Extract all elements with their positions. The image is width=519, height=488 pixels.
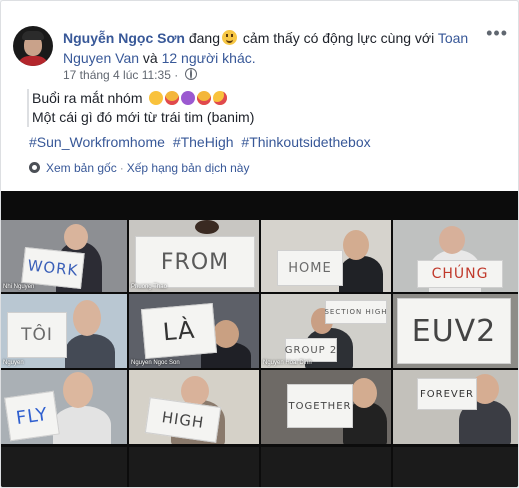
post-line-1-text: Buổi ra mắt nhóm — [32, 90, 143, 106]
hashtag-link[interactable]: #TheHigh — [173, 134, 234, 150]
sign-card: FOREVER — [417, 378, 477, 410]
video-tile: FOREVER — [393, 370, 518, 444]
globe-icon[interactable] — [184, 68, 197, 80]
more-options-icon[interactable]: ••• — [486, 23, 508, 44]
video-tile — [129, 447, 259, 487]
video-tile: EUV2 — [393, 294, 518, 368]
hashtag-link[interactable]: #Thinkoutsidethebox — [241, 134, 370, 150]
sign-card: GROUP 2 — [285, 338, 337, 362]
video-tile — [1, 447, 127, 487]
video-tile: HOME — [261, 220, 391, 292]
video-tile: LÀ Nguyen Ngoc Son — [129, 294, 259, 368]
author-avatar[interactable] — [13, 26, 53, 66]
translation-separator: · — [119, 161, 124, 175]
smile-emoji-icon — [222, 30, 238, 45]
sign-card: HOME — [277, 250, 343, 286]
video-tile: WORK Nhi Nguyen — [1, 220, 127, 292]
video-tile: TOGETHER — [261, 370, 391, 444]
video-tile: SECTION HIGH GROUP 2 Nguyen Hoai Dinh — [261, 294, 391, 368]
sign-card: EUV2 — [397, 298, 511, 364]
heart-eyes-emoji-2 — [197, 91, 212, 105]
participant-name: Nhi Nguyen — [3, 284, 35, 290]
video-tile: TÔI Nguyen — [1, 294, 127, 368]
sign-card: TOGETHER — [287, 384, 353, 428]
hashtag-link[interactable]: #Sun_Workfromhome — [29, 134, 165, 150]
author-name[interactable]: Nguyễn Ngọc Sơn — [63, 30, 185, 46]
meta-separator: · — [174, 68, 179, 82]
participant-name: Nguyen Ngoc Son — [131, 360, 180, 366]
participant-name: Nguyen — [3, 360, 24, 366]
sign-card: TÔI — [7, 312, 67, 358]
post-header: Nguyễn Ngọc Sơn đang cảm thấy có động lự… — [63, 28, 483, 68]
sign-card: FROM — [135, 236, 255, 288]
video-tile — [393, 447, 518, 487]
feeling-prefix: đang — [188, 30, 221, 46]
with-conjunction: và — [142, 50, 158, 66]
video-tile — [261, 447, 391, 487]
timestamp-link[interactable]: 17 tháng 4 lúc 11:35 — [63, 68, 171, 82]
post-photo[interactable]: WORK Nhi Nguyen FROM Phuong Thao HOME CH… — [1, 191, 518, 487]
see-original-link[interactable]: Xem bản gốc — [46, 161, 117, 175]
party-face-emoji — [149, 91, 164, 105]
video-tile: CHÚNG — [393, 220, 518, 292]
sign-card: FLY — [4, 390, 60, 442]
sign-card: CHÚNG — [417, 260, 503, 288]
post-line-2: Một cái gì đó mới từ trái tim (banim) — [32, 109, 255, 125]
post-message: Buổi ra mắt nhóm Một cái gì đó mới từ tr… — [27, 89, 254, 127]
video-tile: FROM Phuong Thao — [129, 220, 259, 292]
participant-name: Nguyen Hoai Dinh — [263, 360, 312, 366]
post-card: Nguyễn Ngọc Sơn đang cảm thấy có động lự… — [0, 0, 519, 488]
sign-card: SECTION HIGH — [324, 300, 387, 324]
translation-bar: Xem bản gốc · Xếp hạng bản dịch này — [29, 161, 249, 175]
post-line-1: Buổi ra mắt nhóm — [32, 89, 254, 108]
post-meta: 17 tháng 4 lúc 11:35 · — [63, 68, 197, 82]
video-tile: HIGH — [129, 370, 259, 444]
star-struck-emoji — [181, 91, 196, 105]
video-tile: FLY — [1, 370, 127, 444]
kiss-emoji — [213, 91, 228, 105]
heart-eyes-emoji — [165, 91, 180, 105]
sign-card: LÀ — [140, 302, 218, 360]
feeling-text: cảm thấy có động lực cùng với — [242, 30, 435, 46]
participant-name: Phuong Thao — [131, 284, 167, 290]
rate-translation-link[interactable]: Xếp hạng bản dịch này — [127, 161, 250, 175]
hashtag-list: #Sun_Workfromhome #TheHigh #Thinkoutside… — [29, 134, 375, 150]
gear-icon — [29, 162, 40, 173]
sign-card: WORK — [21, 246, 85, 290]
tagged-others-link[interactable]: 12 người khác. — [162, 50, 256, 66]
